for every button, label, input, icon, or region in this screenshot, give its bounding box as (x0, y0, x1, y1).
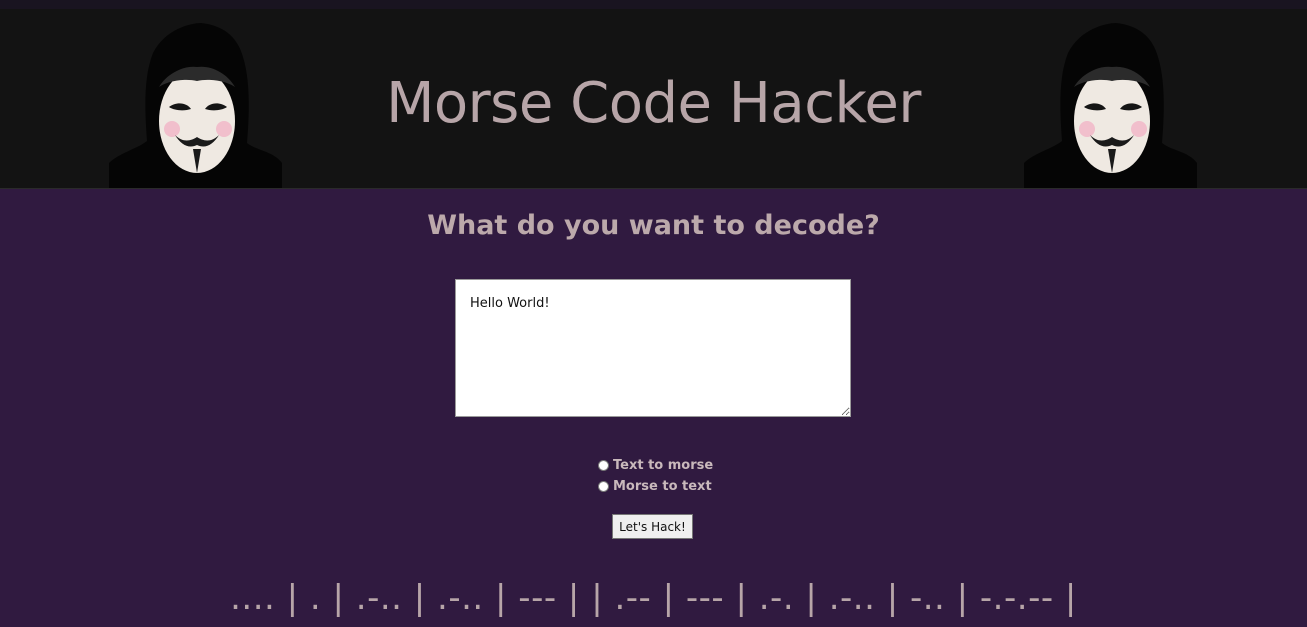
morse-output: .... | . | .-.. | .-.. | --- | | .-- | -… (230, 578, 1077, 618)
lets-hack-button[interactable]: Let's Hack! (612, 514, 693, 539)
anonymous-mask-icon (1024, 23, 1197, 188)
decode-question: What do you want to decode? (427, 210, 880, 241)
text-to-morse-radio[interactable] (598, 460, 609, 471)
top-strip (0, 0, 1307, 9)
morse-to-text-radio[interactable] (598, 481, 609, 492)
option-text-to-morse[interactable]: Text to morse (598, 455, 713, 476)
option-morse-to-text[interactable]: Morse to text (598, 476, 713, 497)
text-to-morse-label: Text to morse (613, 458, 714, 473)
mode-options: Text to morse Morse to text (598, 455, 713, 497)
site-header: Morse Code Hacker (0, 9, 1307, 189)
message-input[interactable] (455, 279, 851, 417)
morse-to-text-label: Morse to text (613, 479, 712, 494)
input-container (455, 279, 851, 417)
